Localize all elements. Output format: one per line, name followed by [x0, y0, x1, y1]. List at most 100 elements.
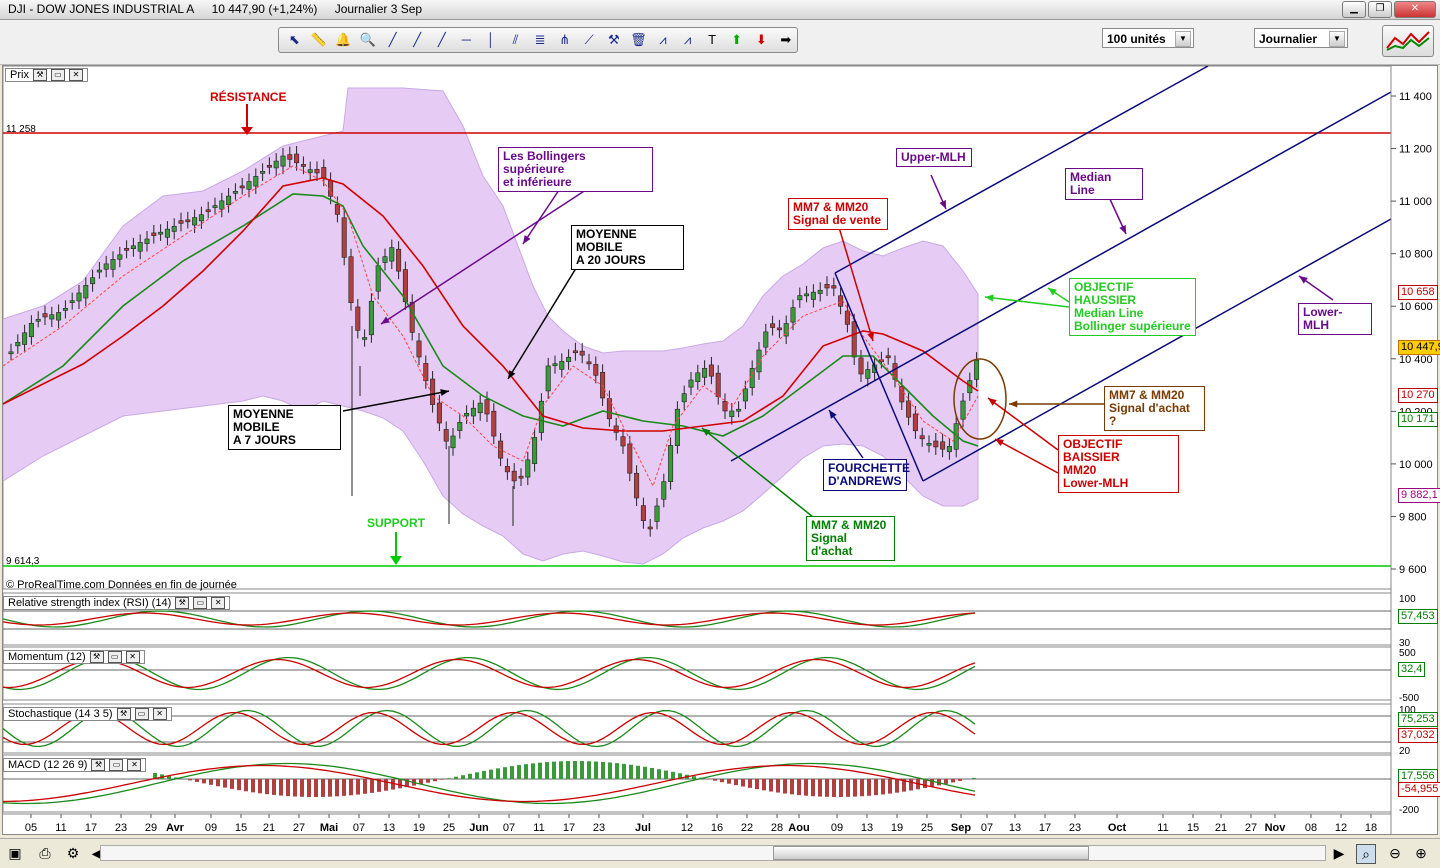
candle-body [682, 394, 686, 402]
window-icon[interactable]: ▭ [135, 708, 149, 720]
x-tick-label: Avr [166, 822, 185, 834]
wrench-icon[interactable]: ⚒ [91, 759, 105, 771]
macd-histogram-bar [482, 771, 486, 779]
zoom-select-icon[interactable]: ⌕ [1356, 844, 1376, 864]
close-icon[interactable]: ✕ [69, 69, 83, 81]
fibonacci-icon[interactable]: ≣ [529, 29, 552, 51]
units-select[interactable]: 100 unités ▼ [1102, 28, 1194, 48]
wrench-icon[interactable]: ⚒ [117, 708, 131, 720]
x-tick-label: 17 [1039, 822, 1051, 834]
arrow-up-icon[interactable]: ⬆ [725, 29, 748, 51]
close-icon[interactable]: ✕ [126, 651, 140, 663]
horizontal-line-icon[interactable]: ─ [455, 29, 478, 51]
save-icon[interactable]: ▣ [6, 844, 24, 862]
fan-icon[interactable]: ⟋ [578, 29, 601, 51]
candle-body [696, 373, 700, 382]
candle-body [750, 368, 754, 387]
scrollbar-thumb[interactable] [773, 846, 1089, 860]
candle-body [131, 246, 135, 249]
ruler-icon[interactable]: 📏 [308, 29, 331, 51]
andrews-icon[interactable]: ⋔ [553, 29, 576, 51]
upper-mlh-annotation: Upper-MLH [896, 148, 972, 167]
bear-target-annotation: OBJECTIF BAISSIER MM20 Lower-MLH [1058, 435, 1179, 493]
wrench-icon[interactable]: ⚒ [33, 69, 47, 81]
line-icon[interactable]: ╱ [406, 29, 429, 51]
close-icon[interactable]: ✕ [153, 708, 167, 720]
lower-mlh-annotation: Lower-MLH [1298, 303, 1372, 335]
indicator-panel-frame [3, 704, 1391, 753]
bell-icon[interactable]: 🔔 [332, 29, 355, 51]
x-tick-label: 18 [1365, 822, 1377, 834]
line-icon[interactable]: ╱ [381, 29, 404, 51]
window-icon[interactable]: ▭ [193, 597, 207, 609]
macd-histogram-bar [601, 762, 605, 779]
close-button[interactable]: ✕ [1394, 1, 1436, 18]
macd-histogram-bar [524, 764, 528, 779]
macd-histogram-bar [797, 779, 801, 795]
window-icon[interactable]: ▭ [51, 69, 65, 81]
macd-histogram-bar [811, 779, 815, 796]
cursor-icon[interactable]: ⬉ [283, 29, 306, 51]
bull-target-arrow-head [985, 294, 994, 301]
zoom-in-icon[interactable]: ⊕ [1412, 844, 1430, 862]
candle-body [451, 436, 455, 448]
macd-histogram-bar [461, 775, 465, 779]
y-tick-label: 10 800 [1399, 249, 1433, 261]
tools-icon[interactable]: ⚒ [603, 29, 626, 51]
candle-body [512, 471, 516, 481]
text-icon[interactable]: T [701, 29, 724, 51]
candle-body [396, 249, 400, 271]
line-icon[interactable]: ╱ [430, 29, 453, 51]
macd-histogram-bar [608, 762, 612, 779]
zoom-icon[interactable]: 🔍 [357, 29, 380, 51]
settings-icon[interactable]: ⚙ [64, 844, 82, 862]
candle-body [934, 441, 938, 447]
close-icon[interactable]: ✕ [127, 759, 141, 771]
candle-body [621, 437, 625, 446]
momentum-line [3, 660, 975, 688]
y-tick-label: 10 600 [1399, 301, 1433, 313]
y-tick-label: 9 800 [1399, 511, 1427, 523]
period-select[interactable]: Journalier ▼ [1254, 28, 1348, 48]
arrow-right-icon[interactable]: ➡ [775, 29, 798, 51]
channel-icon[interactable]: ⩘ [652, 29, 675, 51]
scroll-right-button[interactable]: ▶ [1330, 844, 1348, 862]
macd-line [3, 764, 975, 804]
macd-histogram-bar [454, 777, 458, 779]
candle-body [56, 312, 60, 320]
print-icon[interactable]: ⎙ [36, 844, 54, 862]
channel-icon[interactable]: ⩘ [676, 29, 699, 51]
macd-histogram-bar [286, 779, 290, 796]
close-icon[interactable]: ✕ [211, 597, 225, 609]
chart-canvas[interactable]: 11 40011 20011 00010 80010 60010 40010 2… [3, 66, 1437, 834]
minimize-button[interactable]: ▁ [1342, 1, 1366, 18]
wrench-icon[interactable]: ⚒ [90, 651, 104, 663]
candle-body [247, 182, 251, 190]
macd-histogram-bar [545, 762, 549, 779]
zoom-out-icon[interactable]: ⊖ [1386, 844, 1404, 862]
candle-body [594, 364, 598, 375]
candle-body [186, 220, 190, 222]
vertical-line-icon[interactable]: │ [480, 29, 503, 51]
macd-histogram-bar [776, 779, 780, 793]
parallel-icon[interactable]: ⫽ [504, 29, 527, 51]
toolbar: ⬉📏🔔🔍╱╱╱─│⫽≣⋔⟋⚒🗑⩘⩘T⬆⬇➡ 100 unités ▼ Journ… [0, 20, 1440, 65]
horizontal-scrollbar[interactable] [100, 845, 1326, 861]
candle-body [376, 266, 380, 291]
trash-icon[interactable]: 🗑 [627, 29, 650, 51]
candle-body [675, 409, 679, 445]
macd-histogram-bar [230, 779, 234, 789]
arrow-down-icon[interactable]: ⬇ [750, 29, 773, 51]
candle-body [804, 294, 808, 296]
x-tick-label: 19 [413, 822, 425, 834]
window-icon[interactable]: ▭ [108, 651, 122, 663]
candle-body [315, 169, 319, 173]
chart-type-button[interactable] [1382, 25, 1434, 57]
x-tick-label: 23 [593, 822, 605, 834]
support-label: SUPPORT [367, 516, 425, 530]
wrench-icon[interactable]: ⚒ [175, 597, 189, 609]
bottom-bar: ▣ ⎙ ⚙ ◀ ▶ ⌕ ⊖ ⊕ [0, 838, 1440, 868]
macd-histogram-bar [804, 779, 808, 796]
restore-button[interactable]: ❐ [1368, 1, 1392, 18]
window-icon[interactable]: ▭ [109, 759, 123, 771]
